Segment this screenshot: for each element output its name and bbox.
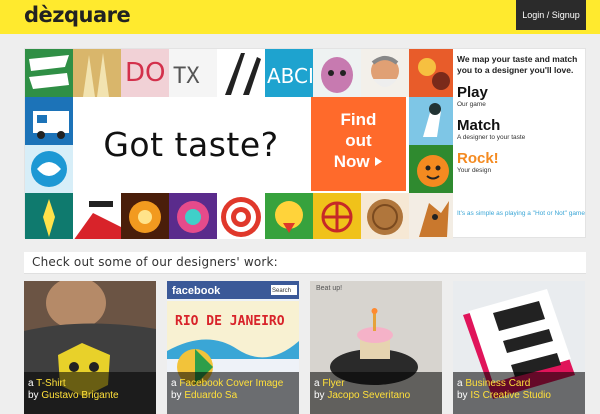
mosaic-tile xyxy=(409,97,453,145)
work-type: Facebook Cover Image xyxy=(179,378,284,389)
work-card[interactable]: a Business Card by IS Creative Studio xyxy=(453,281,585,414)
cta-line: Find xyxy=(340,110,377,129)
mosaic-tile xyxy=(361,49,409,97)
mosaic-tile xyxy=(313,193,361,239)
step-title: Rock! xyxy=(457,150,499,167)
work-card[interactable]: Beat up! a Flyer by Jacopo Severitano xyxy=(310,281,442,414)
work-type: Flyer xyxy=(322,378,345,389)
svg-text:ABCI: ABCI xyxy=(267,64,313,88)
mosaic-tile xyxy=(121,193,169,239)
facebook-search: Search xyxy=(272,288,292,294)
design-mosaic: DO TX ABCI Got taste? Find out Now xyxy=(25,49,453,239)
designer-name: IS Creative Studio xyxy=(470,390,551,401)
logo[interactable]: dèzquare xyxy=(24,3,131,27)
mosaic-tile xyxy=(409,193,453,239)
mosaic-tile xyxy=(409,49,453,97)
mosaic-tile xyxy=(409,145,453,193)
designer-name: Gustavo Brigante xyxy=(41,390,119,401)
designers-work-header: Check out some of our designers' work: xyxy=(24,252,586,274)
rio-title: RIO DE JANEIRO xyxy=(175,314,285,329)
game-note: It's as simple as playing a "Hot or Not"… xyxy=(457,210,585,217)
work-type: Business Card xyxy=(465,378,531,389)
svg-text:TX: TX xyxy=(173,64,200,89)
mosaic-tile xyxy=(313,49,361,97)
mosaic-tile xyxy=(73,193,121,239)
card-caption: a T-Shirt by Gustavo Brigante xyxy=(24,372,156,414)
mosaic-tile xyxy=(217,49,265,97)
mosaic-tile xyxy=(25,193,73,239)
intro-text: We map your taste and match you to a des… xyxy=(457,54,578,75)
hero-banner: DO TX ABCI Got taste? Find out Now We ma… xyxy=(24,48,586,239)
svg-text:DO: DO xyxy=(125,58,166,88)
mosaic-tile xyxy=(265,193,313,239)
find-out-now-button[interactable]: Find out Now xyxy=(311,97,406,191)
card-caption: a Facebook Cover Image by Eduardo Sa xyxy=(167,372,299,414)
work-card[interactable]: a T-Shirt by Gustavo Brigante xyxy=(24,281,156,414)
mosaic-tile: DO xyxy=(121,49,169,97)
cta-line: out xyxy=(345,131,372,150)
facebook-wordmark: facebook xyxy=(172,285,221,297)
section-title: Check out some of our designers' work: xyxy=(32,255,278,269)
mosaic-tile xyxy=(25,49,73,97)
mosaic-tile xyxy=(73,49,121,97)
step-subtitle: Our game xyxy=(457,101,486,108)
mosaic-tile xyxy=(361,193,409,239)
step-title: Match xyxy=(457,117,501,134)
login-signup-button[interactable]: Login / Signup xyxy=(516,0,586,30)
headline: Got taste? xyxy=(103,124,279,164)
mosaic-tile: ABCI xyxy=(265,49,314,97)
mosaic-tile xyxy=(25,97,73,145)
step-title: Play xyxy=(457,84,488,101)
top-bar: dèzquare Login / Signup xyxy=(0,0,600,34)
cta-line: Now xyxy=(311,151,406,172)
step-subtitle: Your design xyxy=(457,167,492,174)
card-caption: a Flyer by Jacopo Severitano xyxy=(310,372,442,414)
designer-name: Jacopo Severitano xyxy=(327,390,411,401)
mosaic-tile: TX xyxy=(169,49,217,97)
how-it-works: We map your taste and match you to a des… xyxy=(457,49,585,239)
headline-box: Got taste? xyxy=(73,97,309,191)
mosaic-tile xyxy=(25,145,73,193)
mosaic-tile xyxy=(217,193,265,239)
work-type: T-Shirt xyxy=(36,378,66,389)
play-arrow-icon xyxy=(375,157,383,166)
designer-name: Eduardo Sa xyxy=(184,390,238,401)
flyer-headline: Beat up! xyxy=(316,285,343,292)
work-card[interactable]: facebook Search RIO DE JANEIRO a Faceboo… xyxy=(167,281,299,414)
step-subtitle: A designer to your taste xyxy=(457,134,526,141)
card-caption: a Business Card by IS Creative Studio xyxy=(453,372,585,414)
mosaic-tile xyxy=(169,193,217,239)
